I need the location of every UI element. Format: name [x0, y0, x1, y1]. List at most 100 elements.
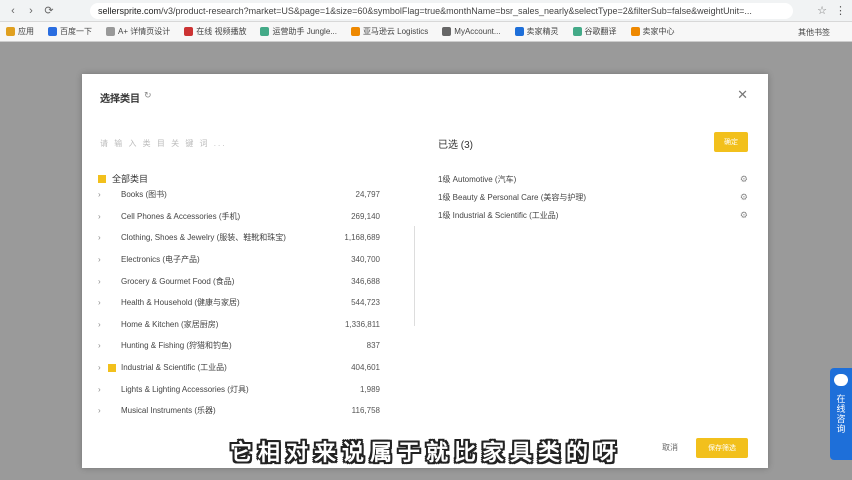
video-caption: 它相对来说属于就比家具类的呀 — [229, 440, 622, 465]
expand-arrow-icon[interactable]: › — [98, 406, 108, 415]
checkbox-icon[interactable] — [108, 342, 116, 350]
bookmark-item[interactable]: 卖家精灵 — [514, 26, 559, 37]
close-icon[interactable]: ✕ — [737, 87, 748, 103]
selected-item: 1级 Automotive (汽车) ⚙ — [438, 170, 748, 188]
bookmark-item[interactable]: 运营助手 Jungle... — [260, 26, 337, 37]
checkbox-icon[interactable] — [108, 299, 116, 307]
category-row[interactable]: › Industrial & Scientific (工业品) 404,601 — [98, 357, 380, 379]
category-count: 340,700 — [351, 255, 380, 265]
category-row[interactable]: › Clothing, Shoes & Jewelry (服装、鞋靴和珠宝) 1,1… — [98, 227, 380, 249]
bookmark-label: 亚马逊云 Logistics — [362, 27, 429, 36]
selected-list: 1级 Automotive (汽车) ⚙ 1级 Beauty & Personal … — [438, 170, 748, 224]
url-field[interactable]: sellersprite.com/v3/product-research?mar… — [90, 2, 794, 19]
online-consult-label: 在线咨询 — [835, 394, 846, 434]
bookmark-item[interactable]: 亚马逊云 Logistics — [350, 26, 429, 37]
expand-arrow-icon[interactable]: › — [98, 341, 108, 350]
url-path: /v3/product-research?market=US&page=1&si… — [161, 5, 752, 16]
refresh-icon[interactable]: ↻ — [144, 90, 152, 101]
checkbox-icon[interactable] — [108, 256, 116, 264]
category-count: 346,688 — [351, 276, 380, 286]
category-name: Lights & Lighting Accessories (灯具) — [121, 384, 249, 394]
bookmark-item[interactable]: 百度一下 — [48, 26, 92, 37]
category-name: Clothing, Shoes & Jewelry (服装、鞋靴和珠宝) — [121, 233, 286, 243]
remove-icon[interactable]: ⚙ — [740, 210, 748, 221]
bookmarks-bar: 应用 百度一下 A+ 详情页设计 在线 视频播放 运营助手 Jungle... … — [0, 22, 852, 42]
checkbox-icon[interactable] — [108, 407, 116, 415]
bookmark-label: 应用 — [18, 27, 34, 36]
category-count: 544,723 — [351, 298, 380, 308]
category-row[interactable]: › Musical Instruments (乐器) 116,758 — [98, 400, 380, 422]
category-row[interactable]: › Home & Kitchen (家居厨房) 1,336,811 — [98, 314, 380, 336]
selected-item-label: 1级 Beauty & Personal Care (美容与护理) — [438, 192, 587, 202]
expand-arrow-icon[interactable]: › — [98, 320, 108, 329]
bookmark-icon — [442, 27, 452, 36]
selected-item-label: 1级 Automotive (汽车) — [438, 174, 517, 184]
category-row[interactable]: › Electronics (电子产品) 340,700 — [98, 249, 380, 271]
back-icon[interactable]: ‹ — [6, 4, 20, 18]
bookmark-label: A+ 详情页设计 — [118, 27, 171, 36]
expand-arrow-icon[interactable]: › — [98, 190, 108, 199]
category-name: Books (图书) — [121, 190, 167, 200]
expand-arrow-icon[interactable]: › — [98, 363, 108, 372]
category-row[interactable]: › Lights & Lighting Accessories (灯具) 1,989 — [98, 378, 380, 400]
category-row[interactable]: › Cell Phones & Accessories (手机) 269,140 — [98, 206, 380, 228]
expand-arrow-icon[interactable]: › — [98, 298, 108, 307]
checkbox-icon[interactable] — [108, 234, 116, 242]
category-row[interactable]: › Books (图书) 24,797 — [98, 184, 380, 206]
category-list: › Books (图书) 24,797 › Cell Phones & Accessor… — [98, 184, 380, 422]
bookmark-label: 卖家精灵 — [526, 27, 559, 36]
bookmark-icon — [6, 27, 15, 36]
checkbox-icon[interactable] — [108, 363, 116, 372]
remove-icon[interactable]: ⚙ — [740, 174, 748, 185]
category-count: 1,168,689 — [344, 233, 380, 243]
expand-arrow-icon[interactable]: › — [98, 233, 108, 242]
expand-arrow-icon[interactable]: › — [98, 385, 108, 394]
other-bookmarks[interactable]: 其他书签 — [798, 27, 830, 38]
bookmark-label: 卖家中心 — [642, 27, 675, 36]
checkbox-icon[interactable] — [108, 212, 116, 220]
checkbox-icon[interactable] — [108, 385, 116, 393]
reload-icon[interactable]: ⟳ — [42, 4, 56, 18]
bookmark-icon — [630, 27, 640, 36]
bookmark-label: 在线 视频播放 — [196, 27, 247, 36]
category-name: Cell Phones & Accessories (手机) — [121, 211, 241, 221]
bookmark-item[interactable]: 应用 — [6, 26, 34, 37]
category-count: 269,140 — [351, 211, 380, 221]
bookmark-icon — [48, 27, 57, 36]
checkbox-icon[interactable] — [108, 277, 116, 285]
bookmark-icon — [572, 27, 582, 36]
selected-item-label: 1级 Industrial & Scientific (工业品) — [438, 210, 559, 220]
bookmark-label: 运营助手 Jungle... — [272, 27, 337, 36]
category-row[interactable]: › Health & Household (健康与家居) 544,723 — [98, 292, 380, 314]
checkbox-icon[interactable] — [108, 320, 116, 328]
online-consult-widget[interactable]: 在线咨询 — [830, 368, 852, 460]
bookmark-item[interactable]: 谷歌翻译 — [572, 26, 617, 37]
browser-menu-icon[interactable]: ⋮ — [835, 4, 846, 17]
category-name: Musical Instruments (乐器) — [121, 406, 216, 416]
confirm-button[interactable]: 确定 — [714, 132, 748, 152]
bookmark-icon — [260, 27, 270, 36]
forward-icon[interactable]: › — [24, 4, 38, 18]
bookmark-item[interactable]: 在线 视频播放 — [184, 26, 246, 37]
checkbox-icon[interactable] — [108, 191, 116, 199]
bookmark-icon — [184, 27, 194, 36]
expand-arrow-icon[interactable]: › — [98, 212, 108, 221]
expand-arrow-icon[interactable]: › — [98, 255, 108, 264]
remove-icon[interactable]: ⚙ — [740, 192, 748, 203]
bookmark-item[interactable]: MyAccount... — [442, 27, 501, 36]
url-host: sellersprite.com — [98, 5, 162, 16]
category-count: 404,601 — [351, 363, 380, 373]
category-count: 1,336,811 — [345, 319, 380, 329]
bookmark-star-icon[interactable]: ☆ — [817, 4, 827, 17]
modal-title: 选择类目 — [100, 94, 140, 105]
bookmark-item[interactable]: 卖家中心 — [630, 26, 675, 37]
panel-divider — [414, 226, 415, 326]
category-row[interactable]: › Grocery & Gourmet Food (食品) 346,688 — [98, 270, 380, 292]
bookmark-icon — [106, 27, 115, 36]
expand-arrow-icon[interactable]: › — [98, 277, 108, 286]
bookmark-item[interactable]: A+ 详情页设计 — [106, 26, 170, 37]
selected-item: 1级 Beauty & Personal Care (美容与护理) ⚙ — [438, 188, 748, 206]
category-search-input[interactable]: 请 输 入 类 目 关 键 词 ... — [100, 138, 330, 148]
bookmark-label: 百度一下 — [60, 27, 92, 36]
category-row[interactable]: › Hunting & Fishing (狩猎和钓鱼) 837 — [98, 335, 380, 357]
